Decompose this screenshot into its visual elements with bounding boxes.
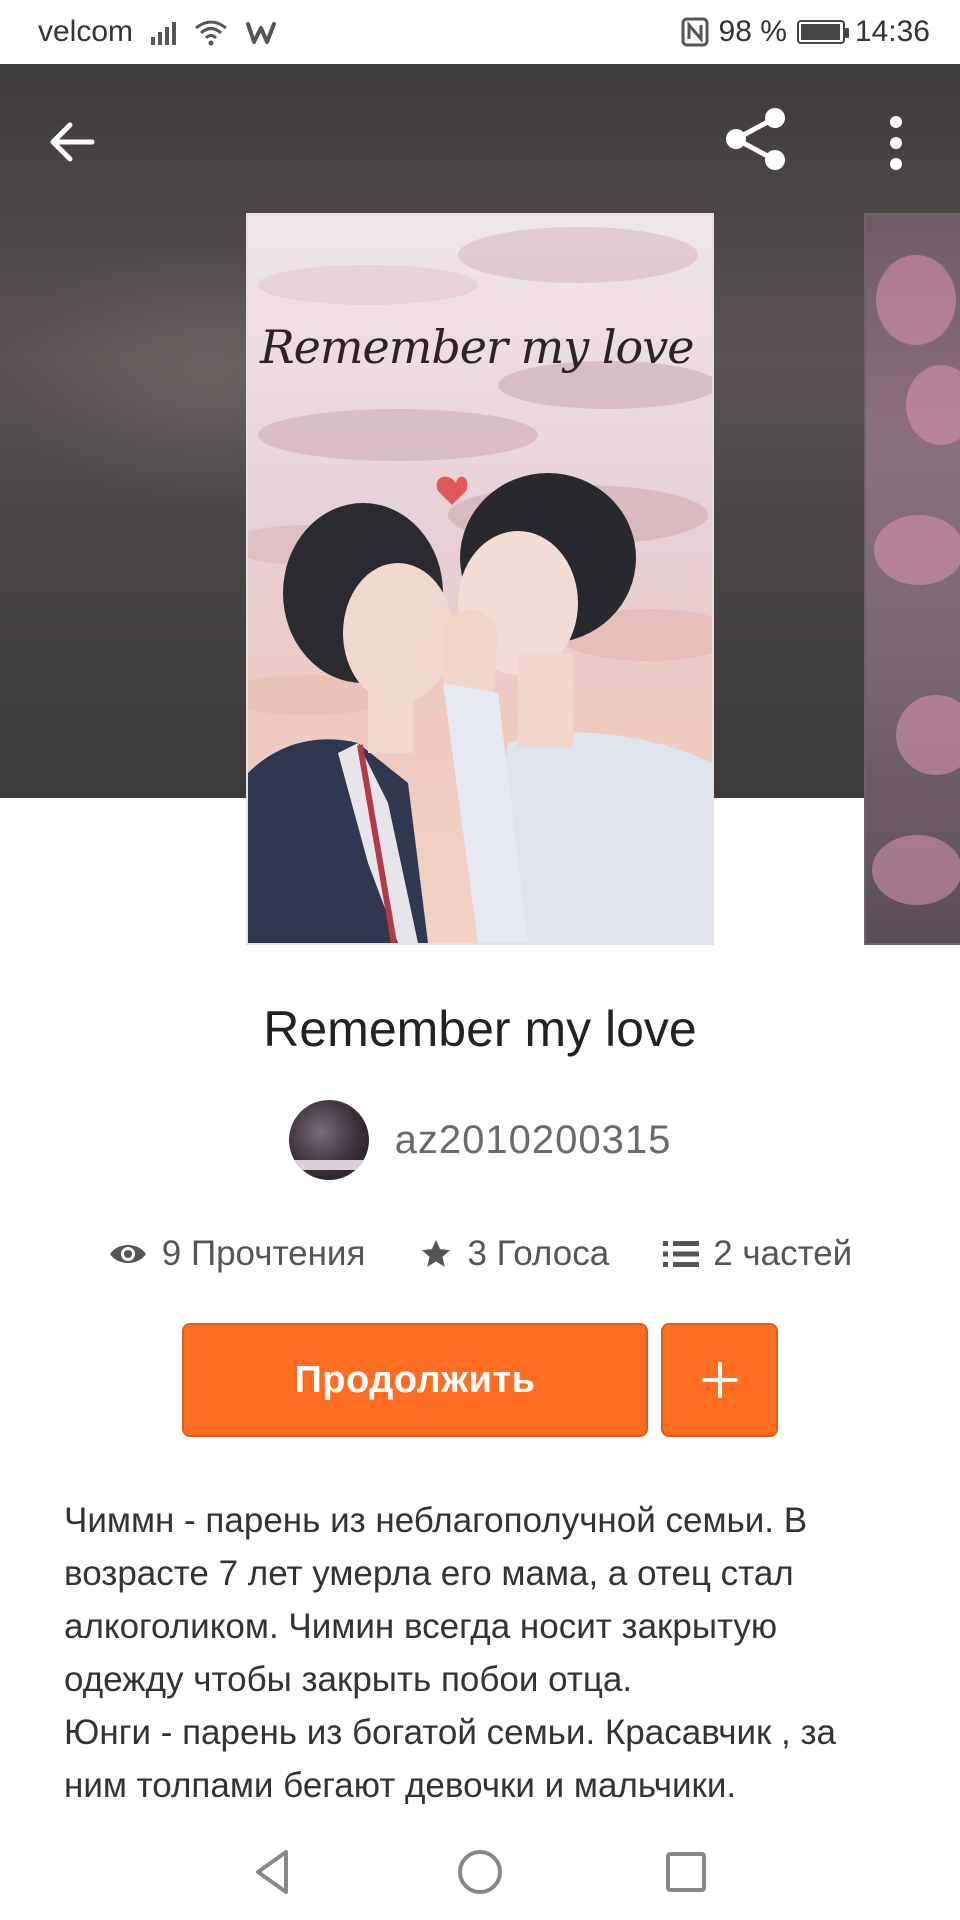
list-icon — [663, 1241, 700, 1267]
parts-stat: 2 частей — [663, 1234, 852, 1274]
battery-icon — [796, 20, 849, 44]
share-icon[interactable] — [722, 104, 792, 174]
story-cover[interactable]: Remember my love — [246, 213, 714, 945]
story-description: Чиммн - парень из неблагополучной семьи.… — [64, 1501, 836, 1805]
eye-icon — [109, 1245, 146, 1263]
plus-icon — [701, 1362, 738, 1398]
continue-reading-button[interactable]: Продолжить — [182, 1323, 648, 1437]
nfc-icon — [681, 17, 709, 47]
reads-label: 9 Прочтения — [161, 1234, 366, 1273]
reads-stat: 9 Прочтения — [108, 1234, 366, 1274]
carrier-label: velcom — [38, 15, 134, 48]
more-vert-icon[interactable] — [876, 108, 916, 178]
author-name[interactable]: az2010200315 — [395, 1118, 672, 1163]
wattpad-icon — [246, 22, 277, 44]
next-story-cover[interactable] — [864, 213, 960, 945]
wifi-icon — [195, 20, 227, 46]
story-title: Remember my love — [263, 1001, 697, 1057]
clock: 14:36 — [854, 15, 930, 48]
nav-back-icon[interactable] — [244, 1842, 304, 1902]
star-icon — [422, 1239, 451, 1267]
votes-stat: 3 Голоса — [419, 1234, 609, 1274]
signal-icon — [151, 19, 177, 45]
battery-percent: 98 % — [718, 15, 787, 48]
cover-title: Remember my love — [260, 320, 694, 374]
stats-row: 9 Прочтения 3 Голоса 2 частей — [0, 1234, 960, 1274]
avatar[interactable] — [288, 1100, 369, 1180]
votes-label: 3 Голоса — [467, 1234, 610, 1273]
cover-illustration — [248, 473, 712, 943]
back-arrow-icon[interactable] — [42, 112, 102, 172]
add-to-library-button[interactable] — [661, 1323, 778, 1437]
nav-recents-icon[interactable] — [656, 1842, 716, 1902]
parts-label: 2 частей — [713, 1234, 853, 1273]
status-bar: velcom 98 % 14:36 — [0, 0, 960, 64]
system-nav-bar — [0, 1820, 960, 1920]
author-row[interactable]: az2010200315 — [0, 1100, 960, 1180]
nav-home-icon[interactable] — [450, 1842, 510, 1902]
